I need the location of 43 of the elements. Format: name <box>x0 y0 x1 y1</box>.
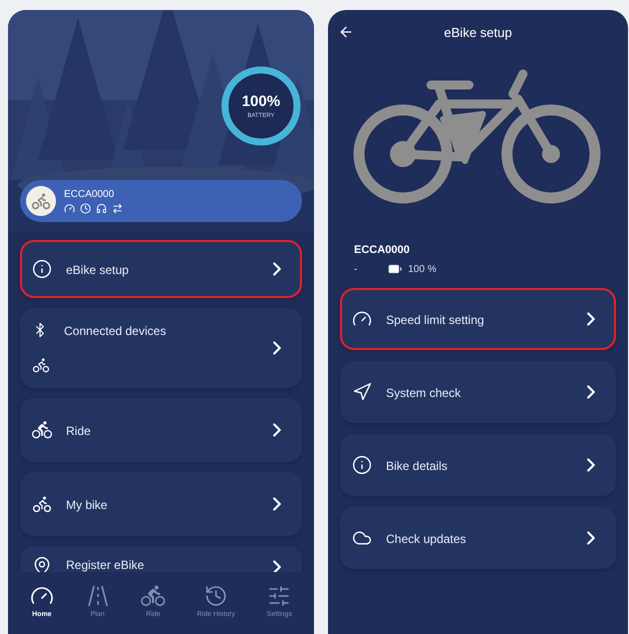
bike-avatar <box>26 186 56 216</box>
status-text: - <box>354 264 358 274</box>
history-icon <box>204 584 228 608</box>
menu-label: Ride <box>66 424 92 438</box>
headphones-icon <box>96 202 107 214</box>
menu-item[interactable]: System check <box>340 361 616 423</box>
menu-item[interactable]: Bike details <box>340 434 616 496</box>
sliders-icon <box>267 584 292 608</box>
navigation-icon <box>352 382 372 402</box>
bike-name: ECCA0000 <box>64 188 116 200</box>
menu-item[interactable]: eBike setup <box>20 240 302 298</box>
menu-item[interactable]: Register eBike <box>20 546 302 572</box>
bicycle-icon <box>32 494 52 514</box>
battery-text: 100 % <box>408 264 436 274</box>
bike-card[interactable]: ECCA0000 <box>20 180 302 222</box>
clock-icon <box>80 202 91 214</box>
gauge-icon <box>64 202 75 214</box>
info-icon <box>32 259 52 279</box>
menu-label: eBike setup <box>66 263 130 277</box>
arrows-icon <box>112 202 123 214</box>
menu-label: Speed limit setting <box>386 313 486 327</box>
menu-label: My bike <box>66 498 108 512</box>
menu-item[interactable]: Connected devices <box>20 308 302 388</box>
info-icon <box>352 455 372 475</box>
menu-label: Check updates <box>386 532 468 546</box>
road-icon <box>86 584 110 608</box>
pin-icon <box>32 556 52 572</box>
menu-item[interactable]: Ride <box>20 398 302 462</box>
back-icon[interactable] <box>338 24 354 40</box>
battery-icon <box>388 262 402 276</box>
cyclist-icon <box>32 420 52 440</box>
battery-value: 100% <box>242 93 280 110</box>
menu-item[interactable]: Check updates <box>340 507 616 569</box>
cyclist-icon <box>141 584 166 608</box>
bike-name: ECCA0000 <box>354 244 411 256</box>
menu-label: Connected devices <box>64 324 168 338</box>
menu-label: Register eBike <box>66 558 146 572</box>
menu-item[interactable]: My bike <box>20 472 302 536</box>
bicycle-icon <box>32 356 50 374</box>
menu-label: Bike details <box>386 459 448 473</box>
menu-item[interactable]: Speed limit setting <box>340 288 616 350</box>
menu-label: System check <box>386 386 462 400</box>
screen-title: eBike setup <box>444 24 512 40</box>
